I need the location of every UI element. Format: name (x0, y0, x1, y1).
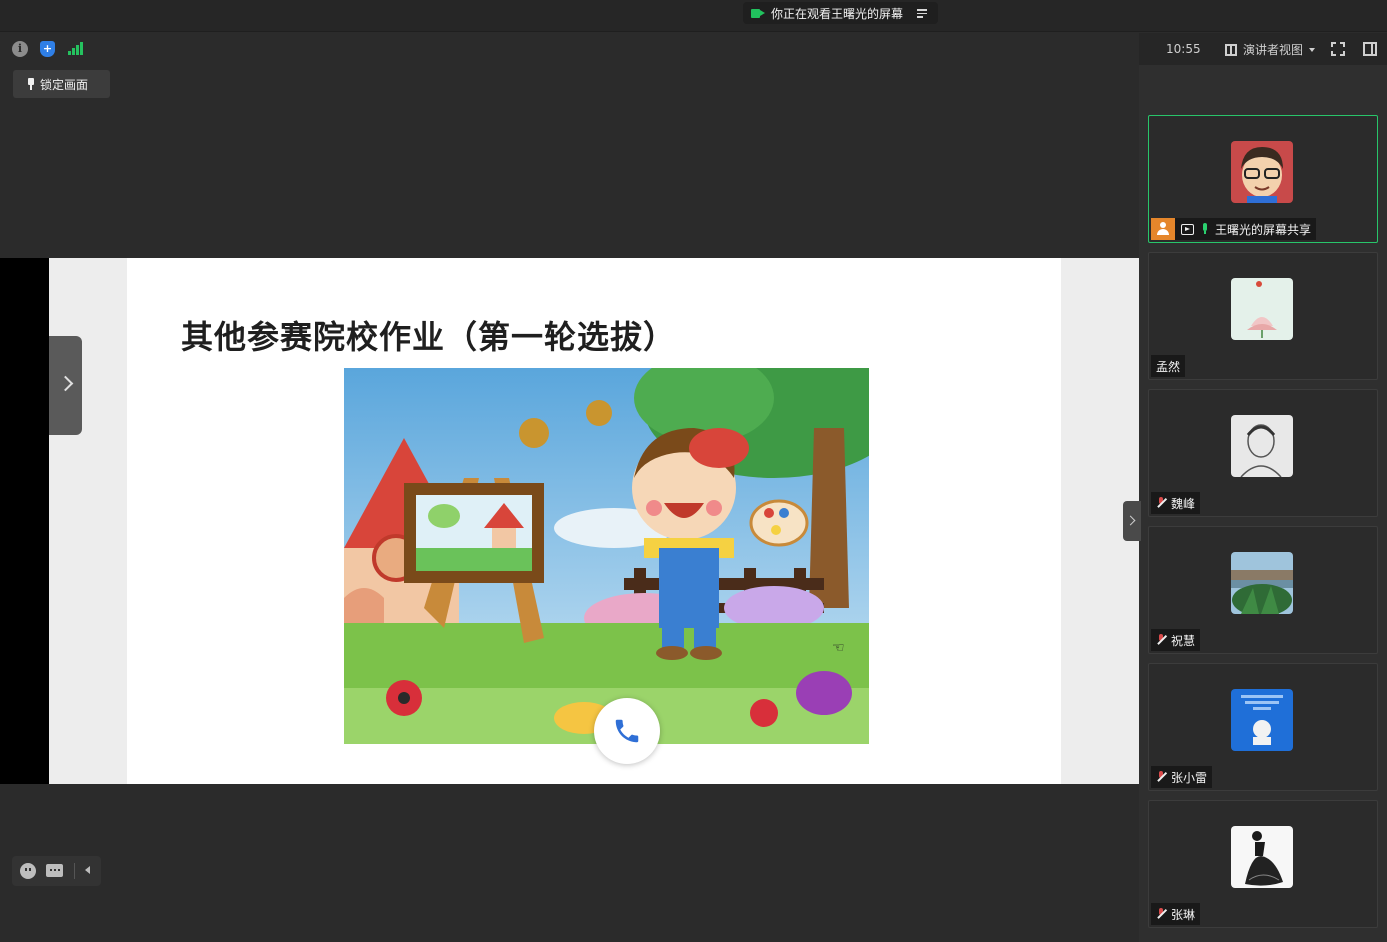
chevron-down-icon (1309, 47, 1316, 52)
collapse-left-icon[interactable] (85, 866, 90, 874)
info-icon[interactable]: i (12, 41, 28, 57)
participant-tile[interactable]: 孟然 (1148, 252, 1378, 380)
emoji-icon[interactable] (20, 863, 36, 879)
avatar (1231, 278, 1293, 340)
participant-name: 孟然 (1156, 359, 1181, 374)
avatar (1231, 552, 1293, 614)
phone-call-button[interactable] (594, 698, 660, 764)
top-bar: 你正在观看王曙光的屏幕 (0, 0, 1387, 32)
participant-tile[interactable]: 魏峰 (1148, 389, 1378, 517)
mic-muted-icon (1156, 497, 1166, 509)
side-panel-icon[interactable] (1363, 42, 1377, 56)
participant-nameplate: 孟然 (1151, 355, 1186, 377)
participant-nameplate: 张小雷 (1151, 766, 1213, 788)
screen-share-icon (1181, 223, 1194, 235)
hand-cursor-icon: ☜ (832, 640, 845, 656)
mic-muted-icon (1156, 908, 1166, 920)
view-mode-dropdown[interactable]: 演讲者视图 (1225, 41, 1316, 58)
share-status-text: 你正在观看王曙光的屏幕 (771, 6, 904, 21)
mic-muted-icon (1156, 634, 1166, 646)
avatar (1231, 141, 1293, 203)
presentation-slide: 其他参赛院校作业（第一轮选拔） (127, 258, 1061, 784)
list-menu-icon[interactable] (917, 8, 929, 18)
video-share-icon (751, 8, 765, 19)
participant-tile[interactable]: 祝慧 (1148, 526, 1378, 654)
participant-nameplate: 祝慧 (1151, 629, 1201, 651)
participant-nameplate: 王曙光的屏幕共享 (1151, 218, 1317, 240)
participant-tile[interactable]: 张小雷 (1148, 663, 1378, 791)
avatar (1231, 415, 1293, 477)
slide-title: 其他参赛院校作业（第一轮选拔） (181, 318, 677, 356)
phone-icon (615, 719, 639, 743)
meeting-window: 你正在观看王曙光的屏幕 i + 10:55 演讲者视图 锁定画面 其他参赛院校作… (0, 0, 1387, 942)
participant-tile[interactable]: 王曙光的屏幕共享 (1148, 115, 1378, 243)
meeting-info-bar: i + (0, 33, 1139, 65)
participant-name: 王曙光的屏幕共享 (1215, 222, 1312, 237)
host-icon (1151, 218, 1175, 240)
microphone-icon (1201, 223, 1209, 235)
avatar (1231, 826, 1293, 888)
right-header: 10:55 演讲者视图 (1139, 33, 1387, 65)
child-painting-image (344, 368, 869, 744)
participant-name: 祝慧 (1171, 633, 1196, 648)
participant-name: 张琳 (1171, 907, 1196, 922)
chat-icon[interactable] (46, 864, 63, 877)
signal-bars-icon[interactable] (68, 41, 84, 57)
participant-tile[interactable]: 张琳 (1148, 800, 1378, 928)
clock: 10:55 (1166, 42, 1201, 56)
participant-name: 张小雷 (1171, 770, 1208, 785)
view-mode-label: 演讲者视图 (1243, 43, 1304, 57)
layout-icon (1225, 43, 1237, 56)
mic-muted-icon (1156, 771, 1166, 783)
participant-nameplate: 张琳 (1151, 903, 1201, 925)
screen-share-status[interactable]: 你正在观看王曙光的屏幕 (743, 2, 938, 24)
lock-view-label: 锁定画面 (40, 77, 89, 92)
lock-view-button[interactable]: 锁定画面 (13, 70, 110, 98)
participant-name: 魏峰 (1171, 496, 1196, 511)
pin-icon (27, 78, 35, 90)
participant-nameplate: 魏峰 (1151, 492, 1201, 514)
collapse-panel-button[interactable] (1123, 501, 1141, 541)
shield-icon[interactable]: + (40, 41, 55, 57)
avatar (1231, 689, 1293, 751)
bottom-toolbar (12, 856, 101, 886)
shared-screen: 其他参赛院校作业（第一轮选拔） ☜ (0, 258, 1139, 784)
expand-sidebar-button[interactable] (49, 336, 82, 435)
toolbar-divider (74, 863, 75, 879)
fullscreen-icon[interactable] (1331, 42, 1345, 56)
